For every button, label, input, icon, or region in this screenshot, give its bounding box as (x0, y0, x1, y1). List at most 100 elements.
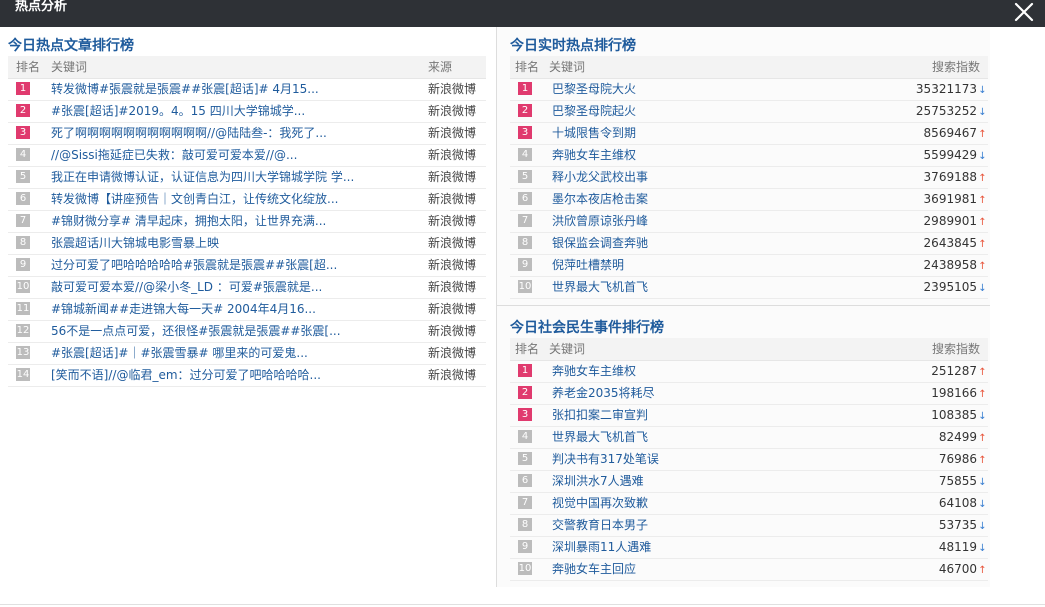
close-icon[interactable] (1013, 1, 1035, 23)
keyword-link[interactable]: 视觉中国再次致歉 (552, 493, 852, 514)
table-row[interactable]: 4 //@Sissi拖延症已失救：敲可爱可爱本爱//@... 新浪微博 (8, 145, 486, 167)
keyword-link[interactable]: 墨尔本夜店枪击案 (552, 189, 852, 210)
table-row[interactable]: 7 洪欣曾原谅张丹峰 2989901↑ (510, 211, 988, 233)
table-row[interactable]: 3 十城限售令到期 8569467↑ (510, 123, 988, 145)
keyword-link[interactable]: 转发微博【讲座预告｜文创青白江，让传统文化绽放... (51, 189, 421, 210)
table-row[interactable]: 9 深圳暴雨11人遇难 48119↓ (510, 537, 988, 559)
table-row[interactable]: 2 养老金2035将耗尽 198166↑ (510, 383, 988, 405)
rank-badge: 10 (518, 562, 532, 575)
keyword-link[interactable]: [笑而不语]//@临君_em：过分可爱了吧哈哈哈哈... (51, 365, 421, 386)
rank-badge: 11 (16, 302, 30, 315)
rank-cell: 2 (518, 101, 532, 122)
header-rank: 排名 (515, 60, 540, 74)
rank-badge: 9 (518, 540, 532, 553)
keyword-link[interactable]: 死了啊啊啊啊啊啊啊啊啊啊啊//@陆陆叁-：我死了... (51, 123, 421, 144)
keyword-link[interactable]: 养老金2035将耗尽 (552, 383, 852, 404)
arrow-up-icon: ↑ (978, 389, 987, 400)
keyword-link[interactable]: 张震超话川大锦城电影雪暴上映 (51, 233, 421, 254)
search-index-cell: 2395105↓ (924, 277, 987, 299)
rank-cell: 4 (518, 145, 532, 166)
table-row[interactable]: 1 转发微博#張震就是張震##张震[超话]# 4月15... 新浪微博 (8, 79, 486, 101)
table-row[interactable]: 3 张扣扣案二审宣判 108385↓ (510, 405, 988, 427)
keyword-link[interactable]: 敲可爱可爱本爱//@梁小冬_LD ：可爱#張震就是... (51, 277, 421, 298)
search-index-cell: 198166↑ (931, 383, 987, 405)
keyword-link[interactable]: //@Sissi拖延症已失救：敲可爱可爱本爱//@... (51, 145, 421, 166)
rank-badge: 5 (16, 170, 30, 183)
table-row[interactable]: 5 我正在申请微博认证，认证信息为四川大学锦城学院 学... 新浪微博 (8, 167, 486, 189)
arrow-down-icon: ↓ (978, 499, 987, 510)
table-row[interactable]: 1 奔驰女车主维权 251287↑ (510, 361, 988, 383)
arrow-up-icon: ↑ (978, 433, 987, 444)
keyword-link[interactable]: 十城限售令到期 (552, 123, 852, 144)
table-row[interactable]: 6 深圳洪水7人遇难 75855↓ (510, 471, 988, 493)
arrow-up-icon: ↑ (978, 239, 987, 250)
table-row[interactable]: 2 巴黎圣母院起火 25753252↓ (510, 101, 988, 123)
table-row[interactable]: 5 判决书有317处笔误 76986↑ (510, 449, 988, 471)
table-row[interactable]: 8 银保监会调查奔驰 2643845↑ (510, 233, 988, 255)
source-cell: 新浪微博 (428, 192, 477, 206)
keyword-link[interactable]: 转发微博#張震就是張震##张震[超话]# 4月15... (51, 79, 421, 100)
table-row[interactable]: 6 转发微博【讲座预告｜文创青白江，让传统文化绽放... 新浪微博 (8, 189, 486, 211)
keyword-link[interactable]: #张震[超话]#｜#张震雪暴# 哪里来的可爱鬼... (51, 343, 421, 364)
keyword-link[interactable]: 56不是一点点可爱，还很怪#張震就是張震##张震[... (51, 321, 421, 342)
rank-cell: 2 (518, 383, 532, 404)
keyword-link[interactable]: 释小龙父武校出事 (552, 167, 852, 188)
keyword-link[interactable]: 巴黎圣母院大火 (552, 79, 852, 100)
keyword-link[interactable]: #锦财微分享# 清早起床，拥抱太阳，让世界充满... (51, 211, 421, 232)
keyword-link[interactable]: 判决书有317处笔误 (552, 449, 852, 470)
rank-cell: 10 (16, 277, 30, 298)
table-row[interactable]: 9 倪萍吐槽禁明 2438958↑ (510, 255, 988, 277)
social-events-title: 今日社会民生事件排行榜 (510, 320, 664, 336)
header-rank: 排名 (16, 60, 41, 74)
table-row[interactable]: 3 死了啊啊啊啊啊啊啊啊啊啊啊//@陆陆叁-：我死了... 新浪微博 (8, 123, 486, 145)
search-index-value: 82499 (938, 430, 977, 444)
table-row[interactable]: 10 世界最大飞机首飞 2395105↓ (510, 277, 988, 299)
arrow-up-icon: ↑ (978, 455, 987, 466)
keyword-link[interactable]: 张扣扣案二审宣判 (552, 405, 852, 426)
keyword-link[interactable]: 巴黎圣母院起火 (552, 101, 852, 122)
table-row[interactable]: 8 交警教育日本男子 53735↓ (510, 515, 988, 537)
keyword-link[interactable]: 奔驰女车主维权 (552, 361, 852, 382)
search-index-cell: 46700↑ (939, 559, 987, 581)
table-row[interactable]: 7 #锦财微分享# 清早起床，拥抱太阳，让世界充满... 新浪微博 (8, 211, 486, 233)
table-row[interactable]: 4 世界最大飞机首飞 82499↑ (510, 427, 988, 449)
keyword-link[interactable]: 过分可爱了吧哈哈哈哈哈#張震就是張震##张震[超... (51, 255, 421, 276)
search-index-cell: 2643845↑ (924, 233, 987, 255)
keyword-link[interactable]: 世界最大飞机首飞 (552, 427, 852, 448)
search-index-value: 3691981 (923, 192, 977, 206)
table-row[interactable]: 12 56不是一点点可爱，还很怪#張震就是張震##张震[... 新浪微博 (8, 321, 486, 343)
keyword-link[interactable]: 倪萍吐槽禁明 (552, 255, 852, 276)
footer-divider (0, 604, 1045, 605)
keyword-link[interactable]: 奔驰女车主维权 (552, 145, 852, 166)
section-divider (497, 305, 990, 306)
arrow-up-icon: ↑ (978, 195, 987, 206)
table-row[interactable]: 14 [笑而不语]//@临君_em：过分可爱了吧哈哈哈哈... 新浪微博 (8, 365, 486, 387)
keyword-link[interactable]: 深圳暴雨11人遇难 (552, 537, 852, 558)
arrow-down-icon: ↓ (978, 85, 987, 96)
arrow-up-icon: ↑ (978, 173, 987, 184)
table-row[interactable]: 13 #张震[超话]#｜#张震雪暴# 哪里来的可爱鬼... 新浪微博 (8, 343, 486, 365)
rank-badge: 1 (518, 82, 532, 95)
rank-badge: 4 (16, 148, 30, 161)
table-row[interactable]: 1 巴黎圣母院大火 35321173↓ (510, 79, 988, 101)
table-row[interactable]: 8 张震超话川大锦城电影雪暴上映 新浪微博 (8, 233, 486, 255)
table-row[interactable]: 4 奔驰女车主维权 5599429↓ (510, 145, 988, 167)
keyword-link[interactable]: 交警教育日本男子 (552, 515, 852, 536)
keyword-link[interactable]: 奔驰女车主回应 (552, 559, 852, 580)
table-row[interactable]: 9 过分可爱了吧哈哈哈哈哈#張震就是張震##张震[超... 新浪微博 (8, 255, 486, 277)
table-row[interactable]: 6 墨尔本夜店枪击案 3691981↑ (510, 189, 988, 211)
table-row[interactable]: 5 释小龙父武校出事 3769188↑ (510, 167, 988, 189)
keyword-link[interactable]: 世界最大飞机首飞 (552, 277, 852, 298)
table-row[interactable]: 11 #锦城新闻##走进锦大每一天# 2004年4月16... 新浪微博 (8, 299, 486, 321)
keyword-link[interactable]: 深圳洪水7人遇难 (552, 471, 852, 492)
table-row[interactable]: 7 视觉中国再次致歉 64108↓ (510, 493, 988, 515)
keyword-link[interactable]: #张震[超话]#2019。4。15 四川大学锦城学... (51, 101, 421, 122)
keyword-link[interactable]: 洪欣曾原谅张丹峰 (552, 211, 852, 232)
table-row[interactable]: 2 #张震[超话]#2019。4。15 四川大学锦城学... 新浪微博 (8, 101, 486, 123)
table-row[interactable]: 10 奔驰女车主回应 46700↑ (510, 559, 988, 581)
keyword-link[interactable]: #锦城新闻##走进锦大每一天# 2004年4月16... (51, 299, 421, 320)
keyword-link[interactable]: 我正在申请微博认证，认证信息为四川大学锦城学院 学... (51, 167, 421, 188)
keyword-link[interactable]: 银保监会调查奔驰 (552, 233, 852, 254)
table-row[interactable]: 10 敲可爱可爱本爱//@梁小冬_LD ：可爱#張震就是... 新浪微博 (8, 277, 486, 299)
search-index-value: 108385 (931, 408, 977, 422)
